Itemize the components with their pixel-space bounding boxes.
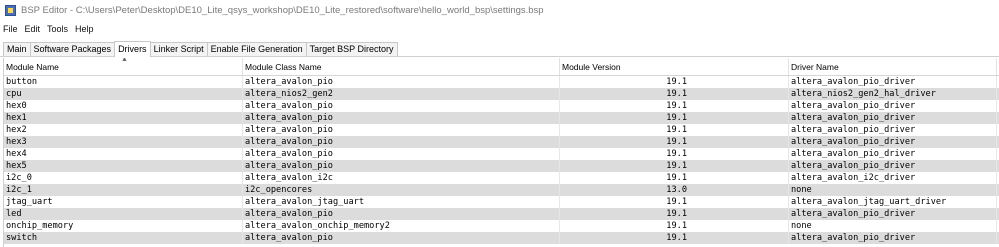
table-row[interactable]: hex5 altera_avalon_pio 19.1 altera_avalon_p… <box>4 160 999 172</box>
module-class-cell: altera_avalon_pio <box>243 208 560 220</box>
module-name-cell: i2c_0 <box>4 172 243 184</box>
tab-drivers[interactable]: Drivers <box>114 41 151 57</box>
module-name-cell: hex3 <box>4 136 243 148</box>
table-row[interactable]: onchip_memory altera_avalon_onchip_memory… <box>4 220 999 232</box>
bsp-editor-icon <box>5 4 16 16</box>
module-class-cell: altera_nios2_gen2 <box>243 88 560 100</box>
tab-main[interactable]: Main <box>3 42 31 56</box>
module-name-cell: i2c_1 <box>4 184 243 196</box>
menu-file[interactable]: File <box>0 24 22 34</box>
table-row[interactable]: cpu altera_nios2_gen2 19.1 altera_nios2_gen… <box>4 88 999 100</box>
table-row[interactable]: button altera_avalon_pio 19.1 altera_avalon… <box>4 76 999 88</box>
table-row[interactable]: hex0 altera_avalon_pio 19.1 altera_avalon_p… <box>4 100 999 112</box>
table-row[interactable]: jtag_uart altera_avalon_jtag_uart 19.1 alte… <box>4 196 999 208</box>
module-version-cell: 19.1 <box>560 76 789 88</box>
driver-name-cell: altera_avalon_pio_driver <box>789 112 997 124</box>
title-bar: BSP Editor - C:\Users\Peter\Desktop\DE10… <box>0 0 999 20</box>
column-header-module-class-name[interactable]: Module Class Name <box>243 58 560 75</box>
module-name-cell: cpu <box>4 88 243 100</box>
table-row[interactable]: hex4 altera_avalon_pio 19.1 altera_avalon_p… <box>4 148 999 160</box>
driver-name-cell: none <box>789 220 997 232</box>
module-version-cell: 19.1 <box>560 136 789 148</box>
module-version-cell: 19.1 <box>560 196 789 208</box>
tab-strip: Main Software Packages Drivers Linker Sc… <box>0 39 999 57</box>
module-name-cell: hex2 <box>4 124 243 136</box>
driver-name-cell: altera_avalon_pio_driver <box>789 76 997 88</box>
module-name-cell: button <box>4 76 243 88</box>
driver-name-cell: altera_avalon_pio_driver <box>789 124 997 136</box>
tab-enable-file-generation[interactable]: Enable File Generation <box>206 42 307 56</box>
driver-name-cell: altera_avalon_pio_driver <box>789 136 997 148</box>
driver-name-cell: altera_avalon_jtag_uart_driver <box>789 196 997 208</box>
module-class-cell: altera_avalon_pio <box>243 148 560 160</box>
module-name-cell: switch <box>4 232 243 244</box>
module-class-cell: altera_avalon_pio <box>243 136 560 148</box>
module-class-cell: altera_avalon_onchip_memory2 <box>243 220 560 232</box>
table-row[interactable]: led altera_avalon_pio 19.1 altera_avalon_pi… <box>4 208 999 220</box>
table-row[interactable]: hex2 altera_avalon_pio 19.1 altera_avalon_p… <box>4 124 999 136</box>
module-class-cell: altera_avalon_pio <box>243 124 560 136</box>
module-version-cell: 19.1 <box>560 232 789 244</box>
module-class-cell: altera_avalon_pio <box>243 100 560 112</box>
menu-edit[interactable]: Edit <box>22 24 45 34</box>
column-header-driver-name[interactable]: Driver Name <box>789 58 997 75</box>
window-title: BSP Editor - C:\Users\Peter\Desktop\DE10… <box>21 4 544 16</box>
module-name-cell: hex5 <box>4 160 243 172</box>
module-name-cell: jtag_uart <box>4 196 243 208</box>
module-version-cell: 19.1 <box>560 148 789 160</box>
module-class-cell: altera_avalon_pio <box>243 232 560 244</box>
driver-name-cell: altera_avalon_pio_driver <box>789 208 997 220</box>
module-version-cell: 19.1 <box>560 124 789 136</box>
module-name-cell: led <box>4 208 243 220</box>
module-class-cell: i2c_opencores <box>243 184 560 196</box>
driver-name-cell: altera_nios2_gen2_hal_driver <box>789 88 997 100</box>
module-name-cell: onchip_memory <box>4 220 243 232</box>
tab-target-bsp-directory[interactable]: Target BSP Directory <box>305 42 398 56</box>
menu-help[interactable]: Help <box>72 24 98 34</box>
module-version-cell: 19.1 <box>560 172 789 184</box>
module-version-cell: 19.1 <box>560 220 789 232</box>
table-body: button altera_avalon_pio 19.1 altera_avalon… <box>4 76 999 244</box>
driver-name-cell: altera_avalon_pio_driver <box>789 148 997 160</box>
driver-name-cell: altera_avalon_pio_driver <box>789 100 997 112</box>
module-version-cell: 19.1 <box>560 88 789 100</box>
column-header-module-name[interactable]: Module Name ▲ <box>4 58 243 75</box>
menu-bar: File Edit Tools Help <box>0 21 999 37</box>
module-name-cell: hex1 <box>4 112 243 124</box>
driver-name-cell: altera_avalon_pio_driver <box>789 160 997 172</box>
table-row[interactable]: hex1 altera_avalon_pio 19.1 altera_avalon_p… <box>4 112 999 124</box>
drivers-table: Module Name ▲ Module Class Name Module V… <box>3 58 999 247</box>
table-header: Module Name ▲ Module Class Name Module V… <box>4 58 999 76</box>
module-name-cell: hex0 <box>4 100 243 112</box>
column-header-module-version[interactable]: Module Version <box>560 58 789 75</box>
driver-name-cell: none <box>789 184 997 196</box>
tab-linker-script[interactable]: Linker Script <box>149 42 208 56</box>
menu-tools[interactable]: Tools <box>44 24 72 34</box>
module-class-cell: altera_avalon_pio <box>243 76 560 88</box>
module-version-cell: 19.1 <box>560 112 789 124</box>
table-row[interactable]: hex3 altera_avalon_pio 19.1 altera_avalon_p… <box>4 136 999 148</box>
sort-ascending-icon: ▲ <box>121 58 128 63</box>
tab-software-packages[interactable]: Software Packages <box>29 42 116 56</box>
module-class-cell: altera_avalon_jtag_uart <box>243 196 560 208</box>
module-name-cell: hex4 <box>4 148 243 160</box>
module-version-cell: 13.0 <box>560 184 789 196</box>
table-row[interactable]: i2c_0 altera_avalon_i2c 19.1 altera_avalon_… <box>4 172 999 184</box>
module-class-cell: altera_avalon_pio <box>243 160 560 172</box>
module-class-cell: altera_avalon_pio <box>243 112 560 124</box>
table-row[interactable]: switch altera_avalon_pio 19.1 altera_avalon… <box>4 232 999 244</box>
module-version-cell: 19.1 <box>560 100 789 112</box>
driver-name-cell: altera_avalon_i2c_driver <box>789 172 997 184</box>
table-row[interactable]: i2c_1 i2c_opencores 13.0 none <box>4 184 999 196</box>
column-header-label: Module Name <box>6 62 59 72</box>
module-version-cell: 19.1 <box>560 160 789 172</box>
module-version-cell: 19.1 <box>560 208 789 220</box>
driver-name-cell: altera_avalon_pio_driver <box>789 232 997 244</box>
module-class-cell: altera_avalon_i2c <box>243 172 560 184</box>
